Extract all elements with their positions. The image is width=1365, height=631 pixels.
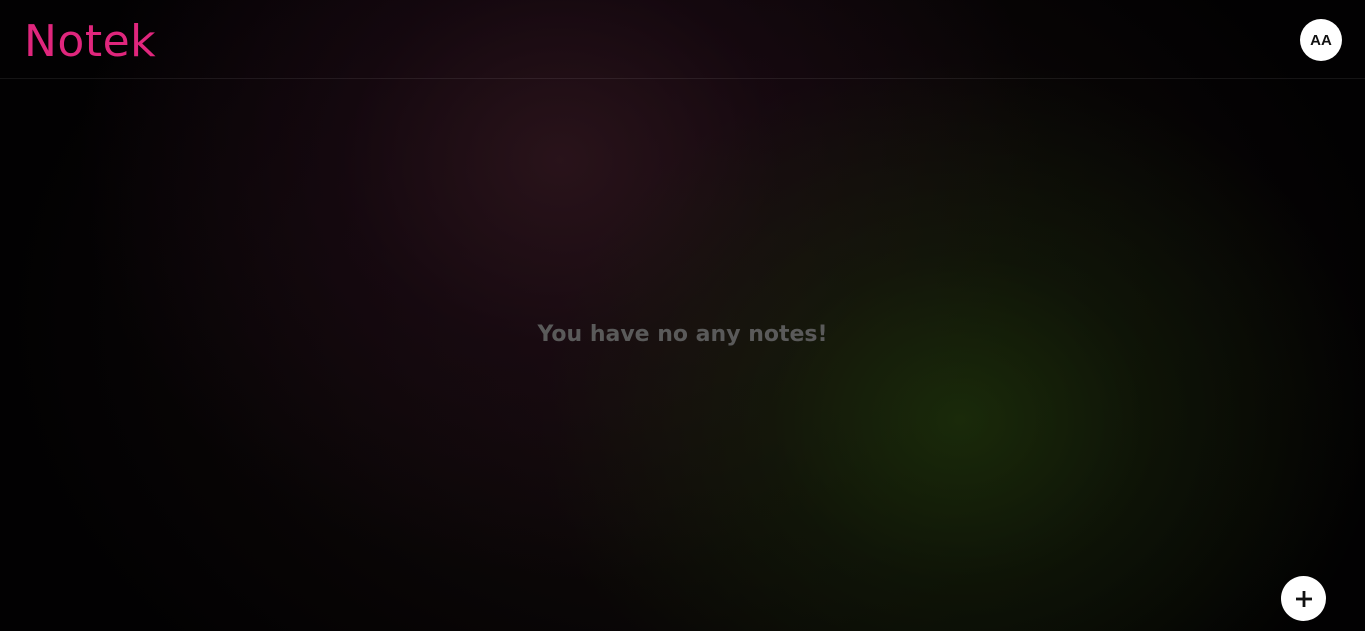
app-logo: Notek [24,16,157,67]
app-header: Notek AA [0,0,1365,79]
plus-icon [1295,590,1312,607]
empty-notes-message: You have no any notes! [537,322,828,347]
add-note-button[interactable] [1281,576,1326,621]
app-root: Notek AA You have no any notes! [0,0,1365,631]
user-avatar[interactable]: AA [1300,19,1342,61]
